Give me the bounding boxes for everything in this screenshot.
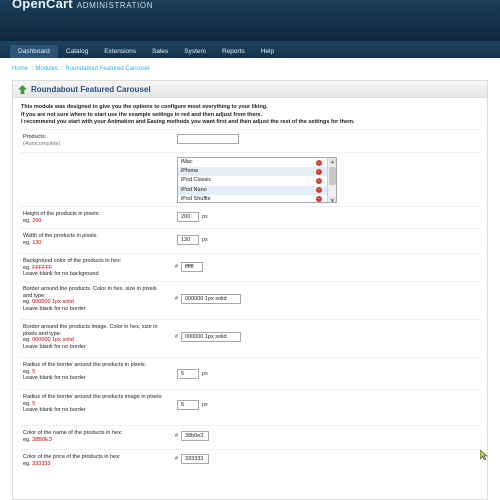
image-radius-label: Radius of the border around the products… xyxy=(23,394,163,400)
menu-item-system[interactable]: System xyxy=(176,45,214,58)
bg-color-input[interactable]: ffffff xyxy=(181,262,203,272)
bg-color-note: Leave blank for no background xyxy=(23,271,99,277)
example-prefix: eg. xyxy=(23,264,31,271)
products-list-scrollbar[interactable]: ▲ ▼ xyxy=(327,158,336,202)
mouse-cursor-icon xyxy=(480,450,488,460)
image-border-input[interactable]: 000000 1px solid xyxy=(181,332,241,342)
remove-icon[interactable]: − xyxy=(316,196,322,202)
opencart-logo[interactable]: OpenCart ADMINISTRATION xyxy=(12,0,153,11)
image-border-example: 000000 1px solid xyxy=(32,337,74,343)
name-color-row: Color of the name of the products in hex… xyxy=(21,425,481,449)
menu-item-sales[interactable]: Sales xyxy=(144,45,176,58)
hash-symbol: # xyxy=(175,456,179,462)
example-prefix: eg. xyxy=(23,299,31,305)
height-unit: px xyxy=(202,214,208,220)
product-item: iPod Nano − xyxy=(178,185,336,195)
radius-note: Leave blank for no border xyxy=(23,375,86,381)
module-settings-box: Roundabout Featured Carousel This module… xyxy=(12,80,488,500)
module-intro: This module was designed to give you the… xyxy=(21,104,481,127)
brand-name: OpenCart xyxy=(12,0,73,11)
example-prefix: eg. xyxy=(23,217,31,224)
border-row: Border around the products. Color in hex… xyxy=(21,281,481,319)
product-item: iPod Shuffle − xyxy=(181,195,322,202)
image-border-note: Leave blank for no border xyxy=(23,343,86,350)
name-color-input[interactable]: 38b0e3 xyxy=(181,431,209,441)
width-unit: px xyxy=(202,237,208,243)
height-input[interactable]: 200 xyxy=(177,212,199,222)
products-row: Products: (Autocomplete) xyxy=(21,129,481,152)
width-row: Width of the products in pixels: eg. 130… xyxy=(21,228,481,253)
radius-label: Radius of the border around the products… xyxy=(23,362,147,368)
product-item: iPod Classic − xyxy=(181,177,322,184)
products-list[interactable]: iMac − iPhone − iPod Classic − iPod Nano − i… xyxy=(177,157,337,203)
radius-input[interactable]: 5 xyxy=(177,369,199,379)
width-input[interactable]: 130 xyxy=(177,235,199,245)
example-prefix: eg. xyxy=(23,400,31,407)
product-item: iMac − xyxy=(181,159,322,166)
breadcrumb-current[interactable]: Roundabout Featured Carousel xyxy=(65,66,149,72)
radius-unit: px xyxy=(202,371,208,377)
remove-icon[interactable]: − xyxy=(316,177,322,184)
remove-icon[interactable]: − xyxy=(316,187,322,194)
products-hint: (Autocomplete) xyxy=(23,140,61,147)
remove-icon[interactable]: − xyxy=(316,159,322,166)
product-item: iPhone − xyxy=(178,167,336,177)
border-label: Border around the products. Color in hex… xyxy=(23,286,157,299)
width-example: 130 xyxy=(32,239,42,246)
image-radius-example: 5 xyxy=(32,400,36,407)
image-radius-unit: px xyxy=(202,402,208,408)
example-prefix: eg. xyxy=(23,460,31,467)
hash-symbol: # xyxy=(175,296,179,302)
products-autocomplete-input[interactable] xyxy=(177,134,239,144)
height-row: Height of the products in pixels: eg. 20… xyxy=(21,206,481,228)
image-border-label: Border around the products image. Color … xyxy=(23,324,158,337)
menu-item-extensions[interactable]: Extensions xyxy=(96,45,144,58)
intro-line: I recommend you start with your Animatio… xyxy=(21,119,355,125)
height-example: 200 xyxy=(32,217,42,224)
example-prefix: eg. xyxy=(23,436,31,443)
products-list-row: iMac − iPhone − iPod Classic − iPod Nano − i… xyxy=(21,152,481,206)
example-prefix: eg. xyxy=(23,368,31,375)
top-menu: Dashboard Catalog Extensions Sales Syste… xyxy=(10,45,282,59)
hash-symbol: # xyxy=(175,334,179,340)
scroll-down-icon[interactable]: ▼ xyxy=(329,197,336,202)
breadcrumb-modules[interactable]: Modules xyxy=(35,66,58,72)
name-color-example: 38B0E3 xyxy=(32,436,52,443)
remove-icon[interactable]: − xyxy=(316,168,322,175)
hash-symbol: # xyxy=(175,264,179,270)
module-arrow-icon xyxy=(18,85,27,94)
price-color-row: Color of the price of the products in he… xyxy=(21,449,481,471)
radius-example: 5 xyxy=(32,368,36,375)
box-heading: Roundabout Featured Carousel xyxy=(13,81,487,98)
example-prefix: eg. xyxy=(23,239,31,246)
price-color-example: 333333 xyxy=(32,460,51,467)
menu-item-reports[interactable]: Reports xyxy=(214,45,253,58)
image-border-row: Border around the products image. Color … xyxy=(21,319,481,357)
example-prefix: eg. xyxy=(23,337,31,343)
radius-row: Radius of the border around the products… xyxy=(21,357,481,389)
brand-subtitle: ADMINISTRATION xyxy=(76,1,154,10)
image-radius-row: Radius of the border around the products… xyxy=(21,389,481,425)
border-input[interactable]: 000000 1px solid xyxy=(181,294,241,304)
intro-line: This module was designed to give you the… xyxy=(21,104,268,110)
hash-symbol: # xyxy=(175,433,179,439)
admin-header: OpenCart ADMINISTRATION xyxy=(0,0,500,41)
image-radius-input[interactable]: 5 xyxy=(177,400,199,410)
scroll-up-icon[interactable]: ▲ xyxy=(329,158,336,165)
bg-color-row: Background color of the products in hex:… xyxy=(21,253,481,281)
border-example: 000000 1px solid xyxy=(32,299,74,305)
page-title: Roundabout Featured Carousel xyxy=(31,85,151,94)
breadcrumb-home[interactable]: Home xyxy=(12,66,28,72)
scrollbar-thumb[interactable] xyxy=(329,167,336,185)
intro-line: If you are not sure where to start use t… xyxy=(21,111,263,118)
bg-color-example: FFFFFF xyxy=(32,264,53,271)
menu-item-help[interactable]: Help xyxy=(253,45,282,58)
breadcrumb: Home:: Modules:: Roundabout Featured Carou… xyxy=(12,66,149,72)
price-color-input[interactable]: 333333 xyxy=(181,454,209,464)
menu-item-catalog[interactable]: Catalog xyxy=(58,45,96,58)
border-note: Leave blank for no border xyxy=(23,305,86,312)
image-radius-note: Leave blank for no border xyxy=(23,407,86,413)
menu-item-dashboard[interactable]: Dashboard xyxy=(10,45,58,58)
